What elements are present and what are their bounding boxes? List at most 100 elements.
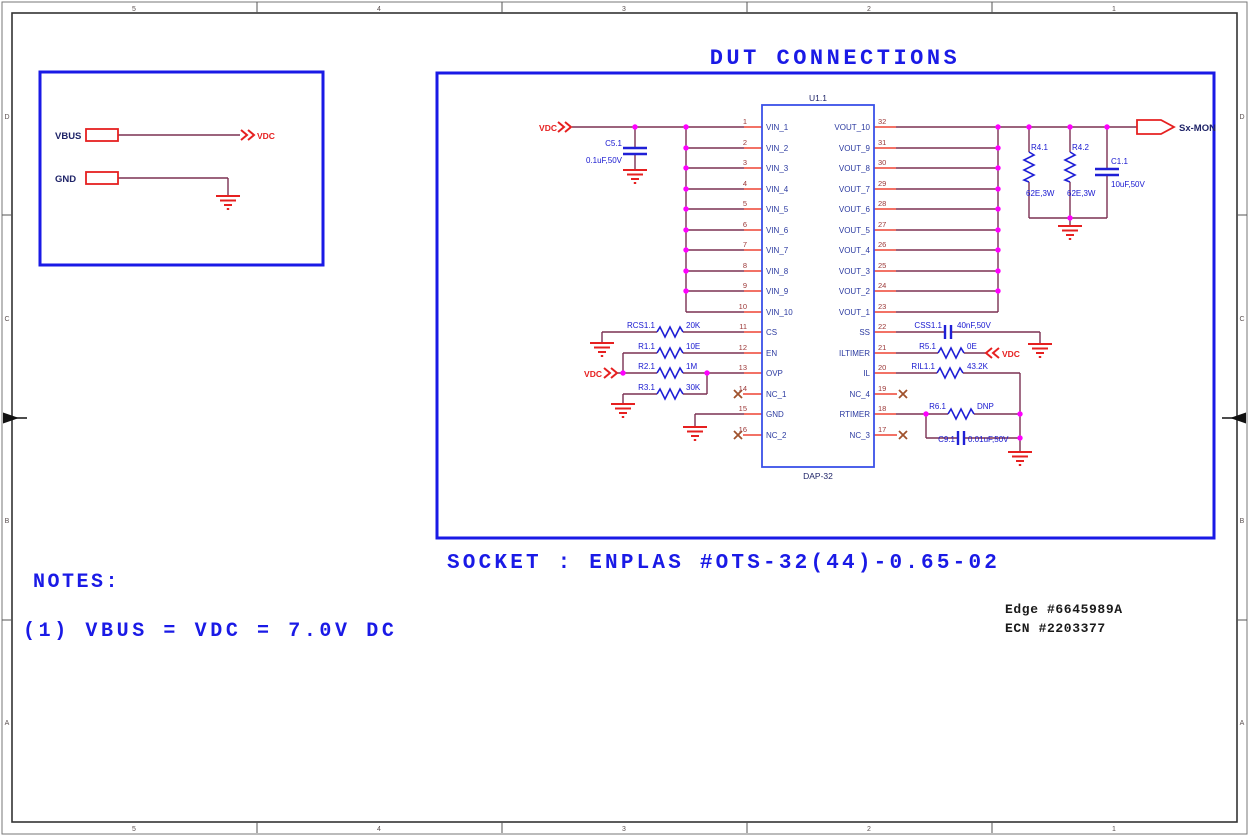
ruler-right-c: C: [1239, 316, 1244, 323]
resistor-r2-symbol: [657, 368, 683, 378]
component-ref: R5.1: [919, 342, 936, 351]
notes-heading: NOTES:: [33, 571, 120, 594]
vbus-terminal-label: VBUS: [55, 131, 81, 142]
ic-pin-number: 14: [739, 384, 747, 393]
schematic-canvas: 5 4 3 2 1 5 4 3 2 1 D C B A D C B A: [0, 0, 1249, 836]
ic-pin-number: 29: [878, 179, 886, 188]
component-ref: RIL1.1: [911, 362, 935, 371]
dut-connections-box: DUT CONNECTIONS: [437, 46, 1216, 538]
component-ref: C5.1: [605, 139, 622, 148]
ic-pin-number: 3: [743, 158, 747, 167]
ruler-bottom-2: 2: [867, 826, 871, 833]
ruler-left-a: A: [5, 720, 10, 727]
ground-symbol: [590, 343, 614, 356]
ruler-bottom-3: 3: [622, 826, 626, 833]
ic-pin-name: VIN_8: [766, 267, 789, 276]
edge-number: Edge #6645989A: [1005, 602, 1123, 617]
ic-pin-number: 25: [878, 261, 886, 270]
ic-pin-name: VIN_6: [766, 226, 789, 235]
socket-label: SOCKET : ENPLAS #OTS-32(44)-0.65-02: [447, 552, 1000, 575]
component-value: 0E: [967, 342, 977, 351]
vdc-offpage-chevron: [604, 368, 617, 378]
component-ref: RCS1.1: [627, 321, 656, 330]
vdc-net-label: VDC: [539, 123, 557, 133]
ic-pin-number: 23: [878, 302, 886, 311]
sx-mon-net-label: Sx-MON: [1179, 123, 1216, 134]
component-value: 0.1uF,50V: [586, 156, 623, 165]
ic-pin-number: 26: [878, 240, 886, 249]
power-box-wires: [118, 135, 240, 196]
component-ref: C1.1: [1111, 157, 1128, 166]
ic-pin-number: 30: [878, 158, 886, 167]
ic-pin-name: VIN_9: [766, 287, 789, 296]
resistor-r3-symbol: [657, 389, 683, 399]
component-value: 62E,3W: [1026, 189, 1055, 198]
note-1: (1) VBUS = VDC = 7.0V DC: [23, 620, 397, 643]
component-ref: R2.1: [638, 362, 655, 371]
ic-pin-name: VIN_7: [766, 246, 789, 255]
ruler-top-3: 3: [622, 6, 626, 13]
gnd-terminal-connector: [86, 172, 118, 184]
component-ref: CSS1.1: [914, 321, 942, 330]
component-value: 30K: [686, 383, 701, 392]
ic-pin-number: 16: [739, 425, 747, 434]
component-ref: R3.1: [638, 383, 655, 392]
ic-pin-name: NC_4: [850, 390, 871, 399]
component-value: 20K: [686, 321, 701, 330]
ic-pin-number: 15: [739, 404, 747, 413]
ruler-top-5: 5: [132, 6, 136, 13]
capacitor-c9-symbol: [958, 431, 964, 445]
component-ref: R4.1: [1031, 143, 1048, 152]
ecn-number: ECN #2203377: [1005, 621, 1106, 636]
resistor-r6-symbol: [948, 409, 974, 419]
ruler-top-1: 1: [1112, 6, 1116, 13]
ic-pin-number: 17: [878, 425, 886, 434]
ic-pin-number: 27: [878, 220, 886, 229]
ic-pin-number: 18: [878, 404, 886, 413]
ic-pin-number: 9: [743, 281, 747, 290]
ic-pin-name: NC_1: [766, 390, 787, 399]
vdc-offpage-chevron: [986, 348, 999, 358]
ic-pin-name: VOUT_4: [839, 246, 871, 255]
ic-pin-number: 6: [743, 220, 747, 229]
ic-pin-number: 12: [739, 343, 747, 352]
ic-pin-number: 24: [878, 281, 886, 290]
vdc-offpage-chevron: [558, 122, 571, 132]
ic-pin-name: NC_3: [850, 431, 871, 440]
component-value: 62E,3W: [1067, 189, 1096, 198]
sheet-center-arrows: [3, 413, 1246, 424]
ic-pin-number: 1: [743, 117, 747, 126]
ruler-left-d: D: [4, 114, 9, 121]
ic-pin-name: IL: [863, 369, 870, 378]
ic-pin-number: 2: [743, 138, 747, 147]
resistor-rcs1-symbol: [657, 327, 683, 337]
ic-pin-name: VIN_10: [766, 308, 793, 317]
ic-pin-number: 31: [878, 138, 886, 147]
ic-pin-number: 10: [739, 302, 747, 311]
ruler-bottom-4: 4: [377, 826, 381, 833]
ruler-left-c: C: [4, 316, 9, 323]
vbus-terminal-connector: [86, 129, 118, 141]
ic-pin-name: VOUT_5: [839, 226, 871, 235]
component-value: 10uF,50V: [1111, 180, 1145, 189]
ground-symbol: [1028, 344, 1052, 357]
capacitor-css1-symbol: [945, 325, 951, 339]
ic-pin-name: VIN_3: [766, 164, 789, 173]
ground-symbol: [623, 170, 647, 183]
component-value: 1M: [686, 362, 697, 371]
gnd-terminal-label: GND: [55, 174, 76, 185]
ic-pin-number: 20: [878, 363, 886, 372]
ic-pin-name: VOUT_1: [839, 308, 871, 317]
ic-pin-name: OVP: [766, 369, 783, 378]
ic-pin-name: VOUT_3: [839, 267, 871, 276]
ic-pin-name: VOUT_2: [839, 287, 871, 296]
component-value: 0.01uF,50V: [968, 435, 1009, 444]
ic-pin-name: VOUT_9: [839, 144, 871, 153]
resistor-r4b-symbol: [1065, 152, 1075, 182]
ic-pin-name: CS: [766, 328, 777, 337]
ic-pin-number: 28: [878, 199, 886, 208]
ruler-top-2: 2: [867, 6, 871, 13]
ic-pin-name: VOUT_8: [839, 164, 871, 173]
schematic-sheet: 5 4 3 2 1 5 4 3 2 1 D C B A D C B A: [0, 0, 1249, 836]
dut-title: DUT CONNECTIONS: [710, 46, 961, 71]
